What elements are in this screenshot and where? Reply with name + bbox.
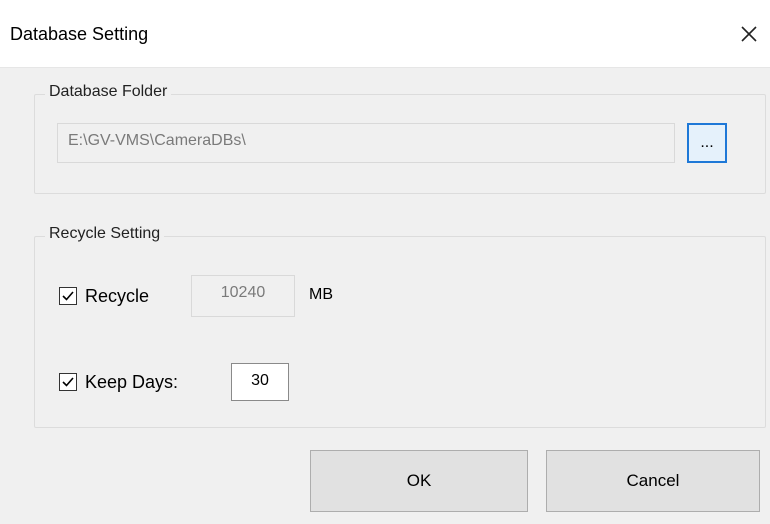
close-icon [741,26,757,42]
recycle-unit-label: MB [309,286,333,303]
keep-days-checkbox[interactable] [59,373,77,391]
database-folder-group-title: Database Folder [45,83,172,101]
close-button[interactable] [734,16,764,52]
recycle-checkbox[interactable] [59,287,77,305]
recycle-label[interactable]: Recycle [85,286,149,307]
recycle-size-field[interactable]: 10240 [191,275,295,317]
dialog-body: Database Folder E:\GV-VMS\CameraDBs\ ...… [0,68,770,524]
browse-button-label: ... [700,134,714,151]
recycle-setting-group: Recycle Setting Recycle 10240 MB Keep Da… [34,225,766,428]
keep-days-label[interactable]: Keep Days: [85,372,178,393]
title-bar: Database Setting [0,0,770,68]
ok-button-label: OK [406,471,432,490]
ok-button[interactable]: OK [310,450,528,512]
browse-button[interactable]: ... [687,123,727,163]
database-path-field[interactable]: E:\GV-VMS\CameraDBs\ [57,123,675,163]
keep-days-field[interactable]: 30 [231,363,289,401]
cancel-button[interactable]: Cancel [546,450,760,512]
cancel-button-label: Cancel [626,471,680,490]
check-icon [62,377,74,387]
dialog-title: Database Setting [10,24,149,44]
check-icon [62,291,74,301]
database-folder-group: Database Folder E:\GV-VMS\CameraDBs\ ... [34,83,766,194]
recycle-setting-group-title: Recycle Setting [45,225,165,243]
